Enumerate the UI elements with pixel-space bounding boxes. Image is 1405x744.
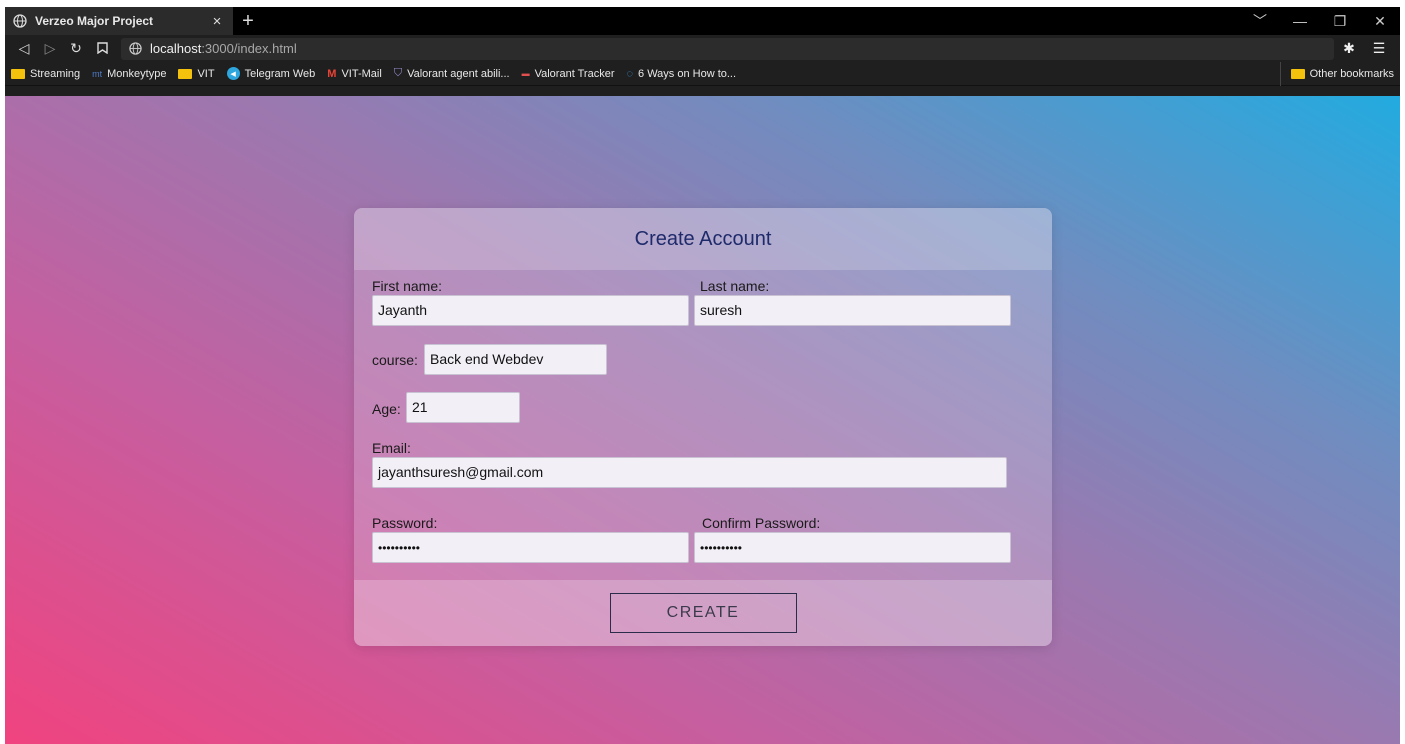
bookmark-6-ways[interactable]: ◌ 6 Ways on How to... [626,68,736,80]
bookmark-label: VIT [197,67,215,80]
tab-search-icon[interactable]: ﹀ [1240,11,1280,31]
bookmark-other[interactable]: Other bookmarks [1279,62,1394,86]
first-name-input[interactable]: Jayanth [372,295,689,326]
email-input[interactable]: jayanthsuresh@gmail.com [372,457,1007,488]
back-icon[interactable]: ◁ [11,40,37,57]
bookmark-label: Valorant Tracker [534,67,615,80]
last-name-input[interactable]: suresh [694,295,1011,326]
tab-close-icon[interactable]: × [209,13,225,30]
window-controls: ﹀ — ❐ ✕ [1240,7,1400,35]
bookmark-vit[interactable]: VIT [178,67,215,80]
browser-window: Verzeo Major Project × + ﹀ — ❐ ✕ ◁ ▷ ↻ l… [5,7,1400,744]
edge-icon: ◌ [626,67,634,80]
menu-icon[interactable]: ☰ [1364,40,1394,57]
password-input[interactable]: •••••••••• [372,532,689,563]
bookmark-label: Streaming [30,67,81,80]
site-info-icon[interactable] [129,42,142,55]
bookmark-label: VIT-Mail [341,67,382,80]
telegram-icon: ◀ [226,67,240,80]
bookmark-label: Monkeytype [107,67,167,80]
age-input[interactable]: 21 [406,392,520,423]
bookmark-vit-mail[interactable]: M VIT-Mail [327,68,382,80]
confirm-password-label: Confirm Password: [702,515,821,531]
new-tab-button[interactable]: + [233,7,263,35]
bookmark-valorant-tracker[interactable]: ▬ Valorant Tracker [522,68,615,80]
bookmark-label: Other bookmarks [1309,68,1394,80]
url-host: localhost [150,41,202,56]
maximize-button[interactable]: ❐ [1320,13,1360,30]
shield-icon: ⛉ [393,67,403,79]
close-window-button[interactable]: ✕ [1360,13,1400,30]
folder-icon [1290,69,1305,79]
address-bar[interactable]: localhost:3000/index.html [121,37,1334,60]
bookmark-monkeytype[interactable]: mt Monkeytype [92,68,166,80]
bookmark-label: Telegram Web [244,67,316,80]
bookmark-telegram[interactable]: ◀ Telegram Web [226,67,316,80]
email-label: Email: [372,440,411,456]
card-footer: CREATE [354,580,1052,646]
gmail-icon: M [327,67,337,80]
active-tab[interactable]: Verzeo Major Project × [5,7,233,35]
last-name-label: Last name: [700,278,770,294]
first-name-label: First name: [372,278,443,294]
bookmark-valorant-agent[interactable]: ⛉ Valorant agent abili... [394,67,510,80]
forward-icon[interactable]: ▷ [37,40,63,57]
globe-icon [13,14,27,28]
bookmark-streaming[interactable]: Streaming [11,68,80,80]
bookmark-icon[interactable] [89,41,115,57]
password-label: Password: [372,515,438,531]
monkeytype-icon: mt [92,68,103,79]
reload-icon[interactable]: ↻ [63,40,89,57]
minimize-button[interactable]: — [1280,13,1320,29]
bookmark-label: 6 Ways on How to... [638,67,737,80]
card-header: Create Account [354,208,1052,270]
tracker-icon: ▬ [521,69,530,78]
bookmark-label: Valorant agent abili... [407,67,510,80]
tab-strip: Verzeo Major Project × + ﹀ — ❐ ✕ [5,7,1400,35]
extensions-icon[interactable]: ✱ [1334,40,1364,57]
form-body: First name: Last name: Jayanth suresh co… [354,270,1052,580]
create-account-card: Create Account First name: Last name: Ja… [354,208,1052,646]
folder-icon [178,68,193,79]
folder-icon [11,68,25,79]
create-button[interactable]: CREATE [609,593,797,633]
navigation-bar: ◁ ▷ ↻ localhost:3000/index.html ✱ ☰ [5,35,1400,62]
tab-title: Verzeo Major Project [35,14,154,28]
bookmarks-bar: Streaming mt Monkeytype VIT ◀ Telegram W… [5,62,1400,86]
age-label: Age: [372,401,401,417]
confirm-password-input[interactable]: •••••••••• [694,532,1011,563]
page-title: Create Account [634,227,772,250]
course-label: course: [372,352,418,368]
page-content: Create Account First name: Last name: Ja… [5,96,1400,744]
url-path: :3000/index.html [201,41,297,56]
course-input[interactable]: Back end Webdev [424,344,607,375]
